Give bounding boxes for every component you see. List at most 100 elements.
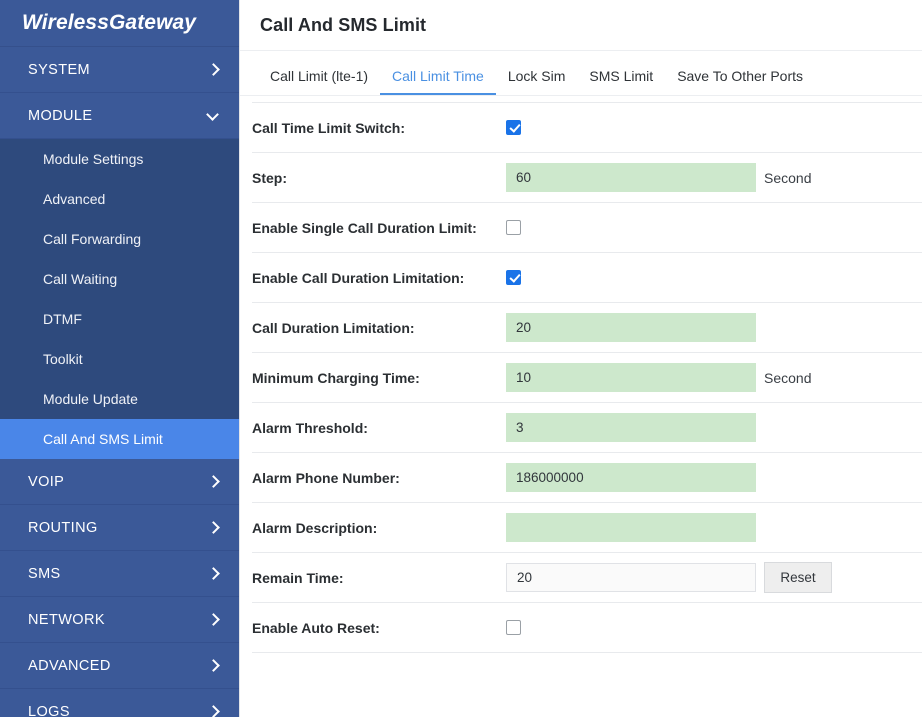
form-field-cell-enable-call-duration-limitation xyxy=(506,252,764,303)
reset-button[interactable]: Reset xyxy=(764,562,832,593)
settings-form-table: Call Time Limit Switch:Step: Second Enable… xyxy=(252,102,922,653)
tab-lock-sim[interactable]: Lock Sim xyxy=(496,68,578,95)
page-title: Call And SMS Limit xyxy=(260,14,427,35)
sidebar-item-routing[interactable]: ROUTING xyxy=(0,505,239,551)
input-alarm-threshold[interactable] xyxy=(506,413,756,442)
sidebar-subitem-advanced[interactable]: Advanced xyxy=(0,179,239,219)
sidebar-subitem-toolkit[interactable]: Toolkit xyxy=(0,339,239,379)
form-field-cell-enable-single-call-duration-limit xyxy=(506,202,764,253)
chevron-right-icon xyxy=(207,521,221,535)
sidebar-group-advanced: ADVANCED xyxy=(0,643,239,689)
chevron-right-icon xyxy=(207,659,221,673)
form-unit-alarm-threshold xyxy=(764,402,922,453)
brand-header: WirelessGateway xyxy=(0,0,239,47)
form-row-alarm-threshold: Alarm Threshold: xyxy=(252,402,922,453)
form-field-cell-alarm-description xyxy=(506,502,764,553)
app-root: WirelessGateway SYSTEM MODULE Module Setti… xyxy=(0,0,922,717)
sidebar-item-label: LOGS xyxy=(28,703,70,717)
sidebar-subitem-label: Call And SMS Limit xyxy=(43,431,163,447)
sidebar-subitem-module-update[interactable]: Module Update xyxy=(0,379,239,419)
input-call-duration-limitation[interactable] xyxy=(506,313,756,342)
sidebar-subitem-call-and-sms-limit[interactable]: Call And SMS Limit xyxy=(0,419,239,459)
checkbox-call-time-limit-switch[interactable] xyxy=(506,119,521,135)
sidebar-item-label: ADVANCED xyxy=(28,657,111,674)
sidebar-group-logs: LOGS xyxy=(0,689,239,717)
form-label-enable-auto-reset: Enable Auto Reset: xyxy=(252,602,506,653)
unit-label: Second xyxy=(764,369,812,386)
form-unit-enable-call-duration-limitation xyxy=(764,252,922,303)
sidebar-group-network: NETWORK xyxy=(0,597,239,643)
sidebar-item-voip[interactable]: VOIP xyxy=(0,459,239,505)
sidebar-subitem-call-forwarding[interactable]: Call Forwarding xyxy=(0,219,239,259)
sidebar-subitem-label: Module Update xyxy=(43,391,138,407)
sidebar-item-network[interactable]: NETWORK xyxy=(0,597,239,643)
sidebar-subitem-label: Module Settings xyxy=(43,151,144,167)
sidebar-submenu: Module Settings Advanced Call Forwarding Ca… xyxy=(0,139,239,459)
form-label-call-time-limit-switch: Call Time Limit Switch: xyxy=(252,102,506,153)
input-alarm-phone-number[interactable] xyxy=(506,463,756,492)
form-row-enable-auto-reset: Enable Auto Reset: xyxy=(252,602,922,653)
input-step[interactable] xyxy=(506,163,756,192)
input-remain-time[interactable] xyxy=(506,563,756,592)
form-field-cell-step xyxy=(506,152,764,203)
form-row-remain-time: Remain Time: Reset xyxy=(252,552,922,603)
sidebar-group-system: SYSTEM xyxy=(0,47,239,93)
form-unit-alarm-phone-number xyxy=(764,452,922,503)
form-field-cell-call-duration-limitation xyxy=(506,302,764,353)
sidebar-item-label: ROUTING xyxy=(28,519,98,536)
tab-call-limit-time[interactable]: Call Limit Time xyxy=(380,68,496,95)
form-field-cell-remain-time xyxy=(506,552,764,603)
sidebar-item-sms[interactable]: SMS xyxy=(0,551,239,597)
tab-sms-limit[interactable]: SMS Limit xyxy=(577,68,665,95)
main-content: Call And SMS Limit Call Limit (lte-1) Cal… xyxy=(239,0,922,717)
form-row-minimum-charging-time: Minimum Charging Time: Second xyxy=(252,352,922,403)
form-row-alarm-phone-number: Alarm Phone Number: xyxy=(252,452,922,503)
sidebar-group-voip: VOIP xyxy=(0,459,239,505)
sidebar-item-label: NETWORK xyxy=(28,611,105,628)
form-unit-call-time-limit-switch xyxy=(764,102,922,153)
unit-label: Second xyxy=(764,169,812,186)
form-field-cell-minimum-charging-time xyxy=(506,352,764,403)
sidebar-item-label: SMS xyxy=(28,565,61,582)
chevron-down-icon xyxy=(207,109,221,123)
form-label-call-duration-limitation: Call Duration Limitation: xyxy=(252,302,506,353)
chevron-right-icon xyxy=(207,63,221,77)
sidebar-subitem-dtmf[interactable]: DTMF xyxy=(0,299,239,339)
form-row-call-duration-limitation: Call Duration Limitation: xyxy=(252,302,922,353)
page-header: Call And SMS Limit xyxy=(240,0,922,51)
sidebar-nav: SYSTEM MODULE Module Settings Advanced Call … xyxy=(0,47,239,717)
sidebar-item-logs[interactable]: LOGS xyxy=(0,689,239,717)
form-label-step: Step: xyxy=(252,152,506,203)
checkbox-enable-call-duration-limitation[interactable] xyxy=(506,269,521,285)
sidebar-subitem-label: Advanced xyxy=(43,191,106,207)
form-label-enable-call-duration-limitation: Enable Call Duration Limitation: xyxy=(252,252,506,303)
settings-form-wrapper: Call Time Limit Switch:Step: Second Enable… xyxy=(240,96,922,653)
sidebar-item-label: MODULE xyxy=(28,107,93,124)
checkbox-enable-auto-reset[interactable] xyxy=(506,619,521,635)
form-unit-remain-time: Reset xyxy=(764,552,922,603)
brand-title: WirelessGateway xyxy=(22,11,197,34)
tab-bar: Call Limit (lte-1) Call Limit Time Lock Si… xyxy=(240,51,922,96)
sidebar-item-system[interactable]: SYSTEM xyxy=(0,47,239,93)
sidebar-subitem-label: Call Waiting xyxy=(43,271,118,287)
sidebar-subitem-label: Toolkit xyxy=(43,351,83,367)
tab-call-limit-lte-1-[interactable]: Call Limit (lte-1) xyxy=(258,68,380,95)
checkbox-enable-single-call-duration-limit[interactable] xyxy=(506,219,521,235)
input-alarm-description[interactable] xyxy=(506,513,756,542)
chevron-right-icon xyxy=(207,613,221,627)
form-row-call-time-limit-switch: Call Time Limit Switch: xyxy=(252,102,922,153)
sidebar-item-advanced[interactable]: ADVANCED xyxy=(0,643,239,689)
input-minimum-charging-time[interactable] xyxy=(506,363,756,392)
form-label-enable-single-call-duration-limit: Enable Single Call Duration Limit: xyxy=(252,202,506,253)
form-row-alarm-description: Alarm Description: xyxy=(252,502,922,553)
form-label-alarm-description: Alarm Description: xyxy=(252,502,506,553)
sidebar: WirelessGateway SYSTEM MODULE Module Setti… xyxy=(0,0,239,717)
tab-save-to-other-ports[interactable]: Save To Other Ports xyxy=(665,68,815,95)
form-unit-enable-single-call-duration-limit xyxy=(764,202,922,253)
sidebar-item-module[interactable]: MODULE xyxy=(0,93,239,139)
chevron-right-icon xyxy=(207,475,221,489)
sidebar-subitem-label: Call Forwarding xyxy=(43,231,142,247)
sidebar-subitem-call-waiting[interactable]: Call Waiting xyxy=(0,259,239,299)
sidebar-subitem-module-settings[interactable]: Module Settings xyxy=(0,139,239,179)
sidebar-item-label: SYSTEM xyxy=(28,61,91,78)
